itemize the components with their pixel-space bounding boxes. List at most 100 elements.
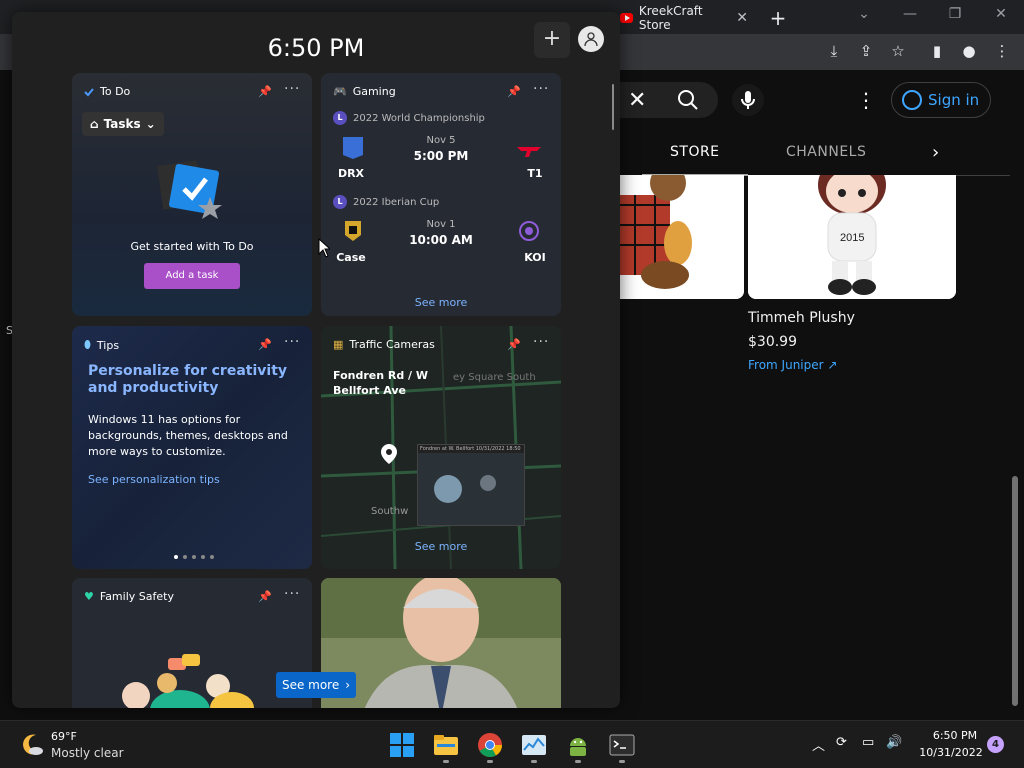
tab-search-icon[interactable]: ⌄ — [852, 6, 876, 22]
map-label: ey Square South — [453, 372, 536, 383]
mouse-cursor-icon — [318, 238, 330, 258]
channel-tabs: STORE CHANNELS › — [620, 134, 1010, 176]
carousel-dot[interactable] — [201, 555, 205, 559]
running-indicator — [443, 760, 449, 763]
traffic-see-more-link[interactable]: See more — [321, 540, 561, 553]
more-icon[interactable]: ··· — [533, 81, 549, 97]
youtube-page: ✕ ⋮ Sign in STORE CHANNELS › 2015 Timmeh… — [620, 72, 1010, 720]
map-pin-icon[interactable] — [381, 444, 397, 464]
bookmark-star-icon[interactable]: ☆ — [888, 42, 908, 60]
profile-icon[interactable]: ● — [959, 42, 979, 60]
android-studio-icon[interactable] — [565, 732, 591, 758]
carousel-dot[interactable] — [183, 555, 187, 559]
match-event: L 2022 Iberian Cup — [333, 195, 439, 209]
download-icon[interactable]: ⤓ — [824, 42, 844, 60]
product-name[interactable]: Timmeh Plushy — [748, 310, 855, 326]
sign-in-button[interactable]: Sign in — [891, 82, 991, 118]
browser-menu-icon[interactable]: ⋮ — [992, 42, 1012, 60]
page-scrollbar[interactable] — [1012, 476, 1018, 706]
share-icon[interactable]: ⇪ — [856, 42, 876, 60]
tips-widget: ⬮ Tips 📌 ··· Personalize for creativity … — [72, 326, 312, 569]
carousel-dot[interactable] — [174, 555, 178, 559]
carousel-dot[interactable] — [210, 555, 214, 559]
show-hidden-icons-icon[interactable]: ︿ — [812, 735, 825, 754]
minimize-button[interactable]: — — [898, 6, 922, 22]
notification-badge[interactable]: 4 — [987, 736, 1004, 753]
tab-kreekcraft-store[interactable]: KreekCraft Store ✕ — [612, 4, 754, 32]
todo-widget: To Do 📌 ··· ⌂ Tasks ⌄ Get started with T… — [72, 73, 312, 316]
tasks-dropdown[interactable]: ⌂ Tasks ⌄ — [82, 112, 164, 136]
clock-date[interactable]: 10/31/2022 — [916, 746, 986, 759]
pin-icon[interactable]: 📌 — [507, 338, 521, 351]
pin-icon[interactable]: 📌 — [507, 85, 521, 98]
file-explorer-icon[interactable] — [433, 732, 459, 758]
restore-button[interactable]: ❐ — [943, 6, 967, 22]
weather-temperature[interactable]: 69°F — [51, 730, 77, 743]
team-name: T1 — [527, 167, 543, 180]
league-icon: L — [333, 111, 347, 125]
more-icon[interactable]: ··· — [284, 334, 300, 350]
camera-snapshot[interactable]: Fondren at W. Bellfort 10/31/2022 18:50 — [417, 444, 525, 526]
resource-monitor-icon[interactable] — [521, 732, 547, 758]
weather-condition[interactable]: Mostly clear — [51, 746, 124, 760]
add-widget-button[interactable]: + — [534, 22, 570, 58]
widgets-scrollbar[interactable] — [612, 84, 614, 130]
microphone-icon[interactable] — [732, 84, 764, 116]
terminal-icon[interactable] — [609, 732, 635, 758]
tab-close-icon[interactable]: ✕ — [736, 10, 748, 26]
chrome-icon[interactable] — [477, 732, 503, 758]
sync-icon[interactable]: ⟳ — [836, 735, 847, 750]
personalization-tips-link[interactable]: See personalization tips — [88, 473, 220, 486]
t1-logo-icon — [517, 147, 541, 157]
chevron-right-icon[interactable]: › — [932, 142, 939, 163]
volume-icon[interactable]: 🔊 — [886, 735, 902, 750]
news-photo — [321, 578, 561, 708]
more-icon[interactable]: ··· — [533, 334, 549, 350]
clear-search-icon[interactable]: ✕ — [628, 88, 646, 113]
event-name: 2022 World Championship — [353, 112, 485, 124]
add-task-button[interactable]: Add a task — [144, 263, 240, 289]
product-vendor-link[interactable]: From Juniper ↗ — [748, 358, 837, 372]
more-icon[interactable]: ··· — [284, 81, 300, 97]
tab-channels[interactable]: CHANNELS — [786, 144, 866, 160]
family-see-more-button[interactable]: See more › — [276, 672, 356, 698]
see-more-label: See more — [281, 678, 340, 692]
todo-title: To Do — [100, 85, 131, 98]
gaming-header: 🎮 Gaming — [333, 85, 396, 98]
account-avatar-icon[interactable] — [578, 26, 604, 52]
youtube-icon — [620, 13, 633, 23]
tab-store[interactable]: STORE — [642, 144, 747, 176]
family-title: Family Safety — [99, 590, 174, 603]
pin-icon[interactable]: 📌 — [258, 85, 272, 98]
traffic-cameras-widget: ▦ Traffic Cameras 📌 ··· Fondren Rd / W B… — [321, 326, 561, 569]
close-window-button[interactable]: ✕ — [989, 6, 1013, 22]
tips-body: Windows 11 has options for backgrounds, … — [88, 413, 288, 458]
search-box[interactable]: ✕ — [620, 82, 718, 118]
pin-icon[interactable]: 📌 — [258, 590, 272, 603]
tips-headline: Personalize for creativity and productiv… — [88, 363, 288, 396]
product-image-plush-bear[interactable] — [620, 175, 744, 299]
traffic-camera-icon: ▦ — [333, 338, 344, 351]
product-image-timmeh-plushy[interactable]: 2015 — [748, 175, 956, 299]
display-icon[interactable]: ▭ — [862, 735, 874, 750]
running-indicator — [487, 760, 493, 763]
road-name: Fondren Rd / W Bellfort Ave — [333, 369, 429, 397]
more-options-icon[interactable]: ⋮ — [856, 88, 876, 112]
moon-icon[interactable] — [20, 733, 44, 757]
gamepad-icon: 🎮 — [333, 85, 347, 98]
side-panel-icon[interactable]: ▮ — [927, 42, 947, 60]
traffic-title: Traffic Cameras — [349, 338, 435, 351]
news-photo-card[interactable] — [321, 578, 561, 708]
pin-icon[interactable]: 📌 — [258, 338, 272, 351]
search-icon[interactable] — [674, 86, 704, 114]
clock-time[interactable]: 6:50 PM — [930, 729, 980, 742]
windows-start-icon[interactable] — [389, 732, 415, 758]
gaming-see-more-link[interactable]: See more — [321, 296, 561, 309]
todo-header: To Do — [84, 85, 130, 98]
account-icon — [902, 90, 922, 110]
home-icon: ⌂ — [90, 117, 99, 131]
chevron-right-icon: › — [345, 678, 351, 692]
more-icon[interactable]: ··· — [284, 586, 300, 602]
new-tab-button[interactable]: + — [768, 6, 788, 30]
carousel-dot[interactable] — [192, 555, 196, 559]
